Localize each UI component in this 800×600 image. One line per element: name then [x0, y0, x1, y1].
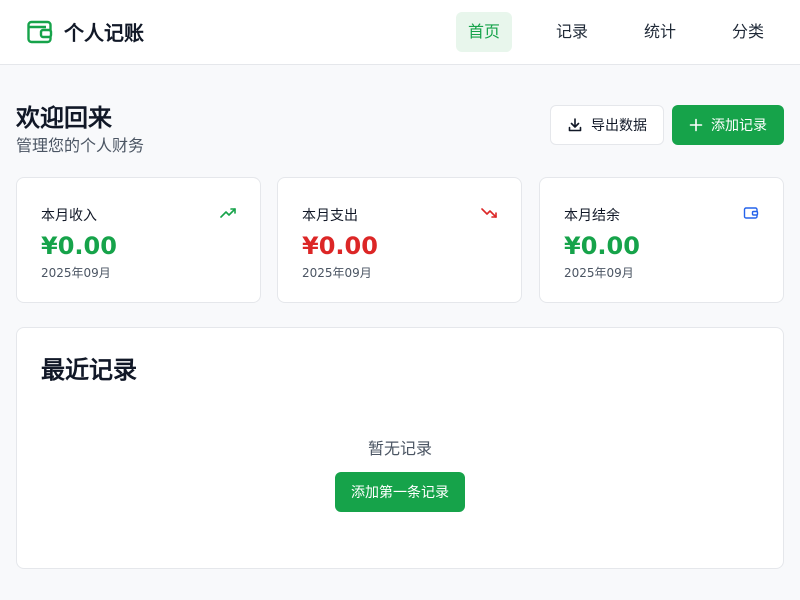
- export-data-button[interactable]: 导出数据: [550, 105, 664, 145]
- download-icon: [568, 118, 582, 132]
- card-label: 本月支出: [302, 208, 358, 224]
- wallet-icon: [743, 207, 759, 219]
- nav-item-home[interactable]: 首页: [456, 12, 512, 52]
- page-subtitle: 管理您的个人财务: [16, 136, 145, 155]
- add-record-label: 添加记录: [711, 118, 767, 134]
- card-value: ¥0.00: [41, 232, 117, 260]
- income-card: 本月收入 ¥0.00 2025年09月: [16, 177, 261, 303]
- card-date: 2025年09月: [564, 266, 634, 280]
- card-date: 2025年09月: [302, 266, 372, 280]
- recent-records-panel: 最近记录 暂无记录 添加第一条记录: [16, 327, 784, 569]
- expense-card: 本月支出 ¥0.00 2025年09月: [277, 177, 522, 303]
- nav-item-stats[interactable]: 统计: [632, 12, 688, 52]
- card-date: 2025年09月: [41, 266, 111, 280]
- plus-icon: [689, 118, 703, 132]
- app-logo[interactable]: 个人记账: [26, 17, 144, 46]
- wallet-logo-icon: [27, 20, 53, 43]
- top-navbar: 个人记账 首页 记录 统计 分类: [0, 0, 800, 65]
- add-record-button[interactable]: 添加记录: [672, 105, 784, 145]
- nav-item-categories[interactable]: 分类: [720, 12, 776, 52]
- card-value: ¥0.00: [564, 232, 640, 260]
- trending-down-icon: [481, 208, 497, 218]
- trending-up-icon: [220, 208, 236, 218]
- recent-records-title: 最近记录: [41, 356, 137, 384]
- card-value: ¥0.00: [302, 232, 378, 260]
- add-first-record-button[interactable]: 添加第一条记录: [335, 472, 465, 512]
- nav-item-records[interactable]: 记录: [544, 12, 600, 52]
- empty-state-text: 暂无记录: [367, 439, 432, 458]
- card-label: 本月收入: [41, 208, 97, 224]
- page-title: 欢迎回来: [16, 104, 112, 132]
- export-data-label: 导出数据: [591, 118, 647, 134]
- card-label: 本月结余: [564, 208, 620, 224]
- balance-card: 本月结余 ¥0.00 2025年09月: [539, 177, 784, 303]
- app-title: 个人记账: [64, 21, 144, 45]
